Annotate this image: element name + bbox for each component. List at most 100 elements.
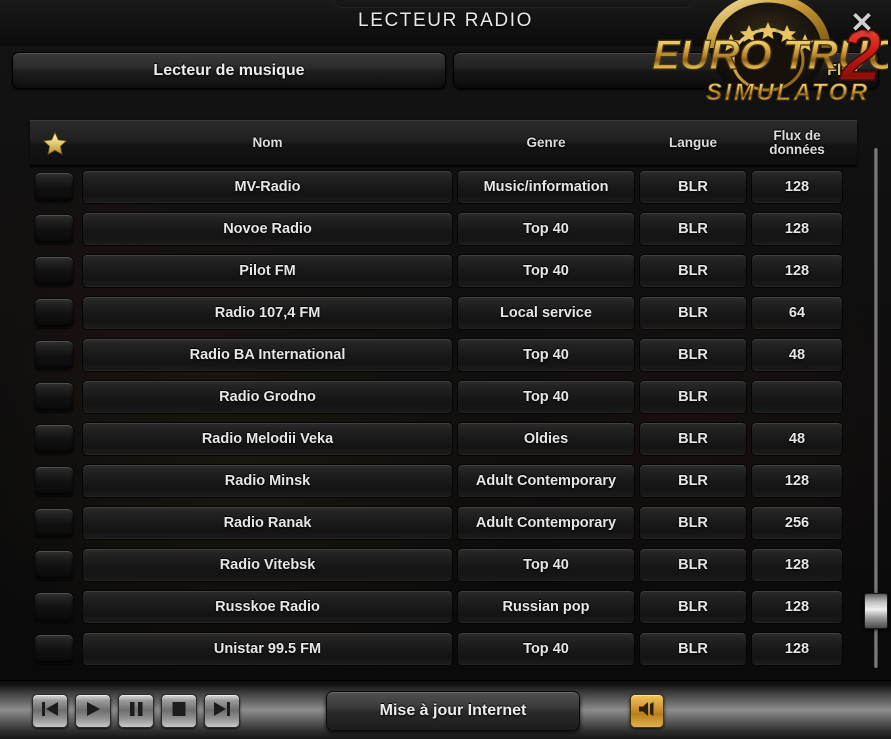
scrollbar-thumb[interactable] — [864, 593, 888, 629]
station-genre-value[interactable]: Top 40 — [457, 548, 635, 582]
tab-stream[interactable]: Flux — [453, 52, 879, 89]
table-row[interactable]: Unistar 99.5 FM Top 40 BLR 128 — [30, 628, 857, 670]
table-row[interactable]: Pilot FM Top 40 BLR 128 — [30, 250, 857, 292]
station-name-value[interactable]: Radio Vitebsk — [82, 548, 453, 582]
column-header-genre[interactable]: Genre — [455, 121, 637, 165]
station-genre-value[interactable]: Top 40 — [457, 338, 635, 372]
station-language-value[interactable]: BLR — [639, 254, 747, 288]
volume-slider[interactable] — [630, 694, 868, 728]
table-row[interactable]: Radio Melodii Veka Oldies BLR 48 — [30, 418, 857, 460]
station-bitrate-value[interactable]: 128 — [751, 632, 843, 666]
tab-music-player[interactable]: Lecteur de musique — [12, 52, 446, 89]
station-name-value[interactable]: MV-Radio — [82, 170, 453, 204]
favorite-checkbox[interactable] — [34, 634, 74, 664]
station-genre-value[interactable]: Top 40 — [457, 632, 635, 666]
skip-next-button[interactable] — [204, 694, 240, 728]
table-row[interactable]: MV-Radio Music/information BLR 128 — [30, 166, 857, 208]
skip-previous-button[interactable] — [32, 694, 68, 728]
station-name-value[interactable]: Pilot FM — [82, 254, 453, 288]
scrollbar-track[interactable] — [874, 148, 878, 668]
favorite-cell — [30, 298, 80, 328]
station-language-value[interactable]: BLR — [639, 632, 747, 666]
station-bitrate-value[interactable]: 128 — [751, 212, 843, 246]
table-row[interactable]: Radio 107,4 FM Local service BLR 64 — [30, 292, 857, 334]
station-genre-value[interactable]: Local service — [457, 296, 635, 330]
station-bitrate-value[interactable]: 128 — [751, 254, 843, 288]
table-row[interactable]: Radio Vitebsk Top 40 BLR 128 — [30, 544, 857, 586]
favorite-checkbox[interactable] — [34, 298, 74, 328]
station-language-value[interactable]: BLR — [639, 422, 747, 456]
station-language-value[interactable]: BLR — [639, 170, 747, 204]
station-genre-value[interactable]: Music/information — [457, 170, 635, 204]
skip-next-icon — [212, 700, 232, 723]
station-genre-value[interactable]: Top 40 — [457, 380, 635, 414]
play-button[interactable] — [75, 694, 111, 728]
favorite-checkbox[interactable] — [34, 466, 74, 496]
station-language-value[interactable]: BLR — [639, 464, 747, 498]
station-language-cell: BLR — [637, 212, 749, 246]
table-row[interactable]: Radio Grodno Top 40 BLR — [30, 376, 857, 418]
favorite-checkbox[interactable] — [34, 382, 74, 412]
station-name-value[interactable]: Radio Grodno — [82, 380, 453, 414]
table-row[interactable]: Radio Minsk Adult Contemporary BLR 128 — [30, 460, 857, 502]
favorite-checkbox[interactable] — [34, 592, 74, 622]
station-bitrate-value[interactable]: 256 — [751, 506, 843, 540]
station-bitrate-value[interactable]: 64 — [751, 296, 843, 330]
column-header-language[interactable]: Langue — [637, 121, 749, 165]
station-genre-value[interactable]: Oldies — [457, 422, 635, 456]
station-bitrate-value[interactable]: 128 — [751, 464, 843, 498]
station-name-value[interactable]: Radio Ranak — [82, 506, 453, 540]
column-header-bitrate[interactable]: Flux de données — [749, 121, 845, 165]
favorite-checkbox[interactable] — [34, 256, 74, 286]
station-genre-value[interactable]: Adult Contemporary — [457, 464, 635, 498]
station-bitrate-cell: 48 — [749, 422, 845, 456]
station-name-value[interactable]: Radio 107,4 FM — [82, 296, 453, 330]
station-genre-cell: Adult Contemporary — [455, 464, 637, 498]
station-language-value[interactable]: BLR — [639, 296, 747, 330]
volume-slider-thumb[interactable] — [630, 694, 664, 728]
station-name-value[interactable]: Unistar 99.5 FM — [82, 632, 453, 666]
close-icon[interactable]: ✕ — [845, 6, 879, 40]
table-row[interactable]: Novoe Radio Top 40 BLR 128 — [30, 208, 857, 250]
station-name-cell: Pilot FM — [80, 254, 455, 288]
table-row[interactable]: Radio Ranak Adult Contemporary BLR 256 — [30, 502, 857, 544]
favorite-checkbox[interactable] — [34, 508, 74, 538]
stop-button[interactable] — [161, 694, 197, 728]
vertical-scrollbar[interactable] — [864, 148, 888, 668]
station-genre-value[interactable]: Russian pop — [457, 590, 635, 624]
station-language-value[interactable]: BLR — [639, 590, 747, 624]
table-row[interactable]: Radio BA International Top 40 BLR 48 — [30, 334, 857, 376]
station-bitrate-value[interactable]: 48 — [751, 338, 843, 372]
station-language-value[interactable]: BLR — [639, 548, 747, 582]
column-header-name[interactable]: Nom — [80, 121, 455, 165]
station-name-value[interactable]: Radio Melodii Veka — [82, 422, 453, 456]
station-bitrate-value[interactable]: 128 — [751, 548, 843, 582]
station-genre-value[interactable]: Adult Contemporary — [457, 506, 635, 540]
station-bitrate-value[interactable]: 128 — [751, 170, 843, 204]
station-name-value[interactable]: Novoe Radio — [82, 212, 453, 246]
favorite-checkbox[interactable] — [34, 340, 74, 370]
favorite-checkbox[interactable] — [34, 424, 74, 454]
station-name-value[interactable]: Radio BA International — [82, 338, 453, 372]
station-language-value[interactable]: BLR — [639, 212, 747, 246]
column-header-favorite[interactable] — [30, 121, 80, 165]
station-bitrate-value[interactable]: 128 — [751, 590, 843, 624]
station-name-value[interactable]: Russkoe Radio — [82, 590, 453, 624]
station-name-cell: Novoe Radio — [80, 212, 455, 246]
table-row[interactable]: Russkoe Radio Russian pop BLR 128 — [30, 586, 857, 628]
favorite-cell — [30, 172, 80, 202]
station-genre-value[interactable]: Top 40 — [457, 212, 635, 246]
station-bitrate-value[interactable]: 48 — [751, 422, 843, 456]
station-language-value[interactable]: BLR — [639, 380, 747, 414]
station-language-value[interactable]: BLR — [639, 338, 747, 372]
station-bitrate-value[interactable] — [751, 380, 843, 414]
favorite-checkbox[interactable] — [34, 172, 74, 202]
station-name-value[interactable]: Radio Minsk — [82, 464, 453, 498]
internet-update-button[interactable]: Mise à jour Internet — [326, 691, 580, 731]
pause-button[interactable] — [118, 694, 154, 728]
station-language-value[interactable]: BLR — [639, 506, 747, 540]
favorite-checkbox[interactable] — [34, 214, 74, 244]
station-language-cell: BLR — [637, 254, 749, 288]
favorite-checkbox[interactable] — [34, 550, 74, 580]
station-genre-value[interactable]: Top 40 — [457, 254, 635, 288]
